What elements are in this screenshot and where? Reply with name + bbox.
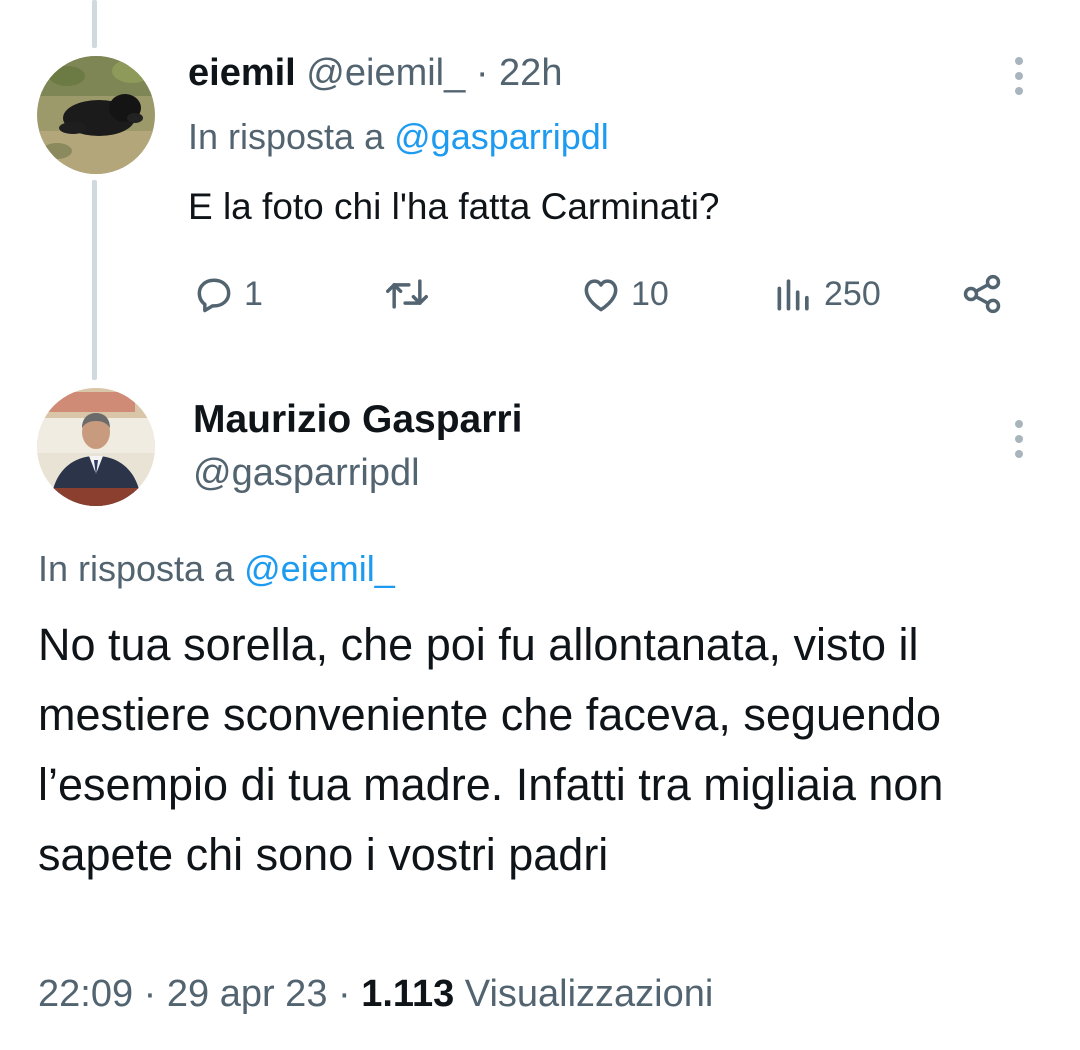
views-label[interactable]: Visualizzazioni [465,973,714,1015]
timestamp[interactable]: 22h [499,52,562,94]
share-icon [963,274,1001,314]
tweet-time[interactable]: 22:09 [38,973,133,1015]
like-count: 10 [631,274,669,313]
separator: · [143,973,157,1015]
reply-count: 1 [244,274,263,313]
view-count: 250 [824,274,881,313]
reply-button[interactable]: 1 [192,272,263,316]
views-count[interactable]: 1.113 [361,973,454,1015]
avatar-gasparri[interactable] [37,388,155,506]
handle[interactable]: @eiemil_ [306,52,465,94]
share-button[interactable] [960,272,1004,316]
reply-prefix: In risposta a [188,116,385,157]
separator: · [338,973,351,1015]
avatar-eiemil[interactable] [37,56,155,174]
tweet-date[interactable]: 29 apr 23 [167,973,328,1015]
like-icon [584,279,618,312]
separator: · [475,52,489,94]
more-options-icon[interactable] [1009,57,1029,95]
reply-context: In risposta a @eiemil_ [38,548,395,590]
tweet-metadata: 22:09 · 29 apr 23 · 1.113 Visualizzazion… [38,973,713,1016]
reply-icon [197,278,231,313]
retweet-icon [386,279,428,309]
reply-to-link[interactable]: @eiemil_ [244,548,395,589]
display-name[interactable]: eiemil [188,52,296,94]
thread-line-top [92,0,97,48]
thread-line-bottom [92,180,97,380]
more-options-icon[interactable] [1009,420,1029,458]
handle[interactable]: @gasparripdl [193,452,420,495]
reply-header: eiemil @eiemil_ · 22h [188,52,562,95]
views-icon [777,279,809,311]
display-name[interactable]: Maurizio Gasparri [193,398,522,442]
retweet-button[interactable] [383,272,439,316]
views-button[interactable]: 250 [772,272,881,316]
reply-prefix: In risposta a [38,548,235,589]
reply-to-link[interactable]: @gasparripdl [394,116,609,157]
reply-context: In risposta a @gasparripdl [188,116,609,158]
tweet-text: No tua sorella, che poi fu allontanata, … [38,619,944,880]
tweet-text: E la foto chi l'ha fatta Carminati? [188,186,720,227]
like-button[interactable]: 10 [579,272,669,316]
